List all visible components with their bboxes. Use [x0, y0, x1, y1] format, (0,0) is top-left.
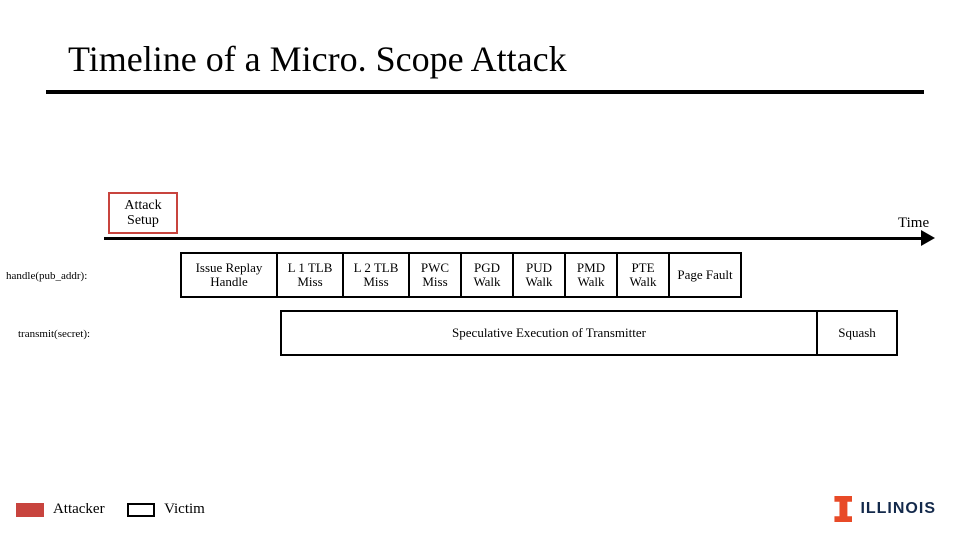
title-underline [46, 90, 924, 94]
illinois-block-i-icon [834, 496, 852, 522]
stage-pmd-walk: PMD Walk [566, 252, 618, 298]
time-axis-arrowhead [921, 230, 935, 246]
row-label-transmit: transmit(secret): [18, 328, 90, 340]
slide-title: Timeline of a Micro. Scope Attack [68, 38, 567, 80]
stage-speculative-execution: Speculative Execution of Transmitter [280, 310, 818, 356]
legend-victim-label: Victim [164, 501, 205, 517]
pipeline-row-transmit: Speculative Execution of Transmitter Squ… [280, 310, 898, 356]
row-label-handle: handle(pub_addr): [6, 270, 87, 282]
time-axis-line [104, 237, 926, 240]
legend-victim: Victim [127, 501, 205, 518]
illinois-logo: ILLINOIS [834, 496, 936, 522]
time-axis-label: Time [898, 215, 929, 232]
legend-attacker-swatch [16, 503, 44, 517]
attack-setup-box: Attack Setup [108, 192, 178, 234]
stage-pud-walk: PUD Walk [514, 252, 566, 298]
legend-victim-swatch [127, 503, 155, 517]
stage-pgd-walk: PGD Walk [462, 252, 514, 298]
legend-attacker-label: Attacker [53, 501, 105, 517]
stage-squash: Squash [818, 310, 898, 356]
stage-l2-tlb-miss: L 2 TLB Miss [344, 252, 410, 298]
stage-pwc-miss: PWC Miss [410, 252, 462, 298]
stage-l1-tlb-miss: L 1 TLB Miss [278, 252, 344, 298]
stage-page-fault: Page Fault [670, 252, 742, 298]
legend-attacker: Attacker [16, 501, 105, 518]
stage-pte-walk: PTE Walk [618, 252, 670, 298]
illinois-wordmark: ILLINOIS [860, 500, 936, 518]
legend: Attacker Victim [16, 501, 205, 518]
pipeline-row-handle: Issue Replay Handle L 1 TLB Miss L 2 TLB… [180, 252, 898, 298]
stage-issue-replay-handle: Issue Replay Handle [180, 252, 278, 298]
